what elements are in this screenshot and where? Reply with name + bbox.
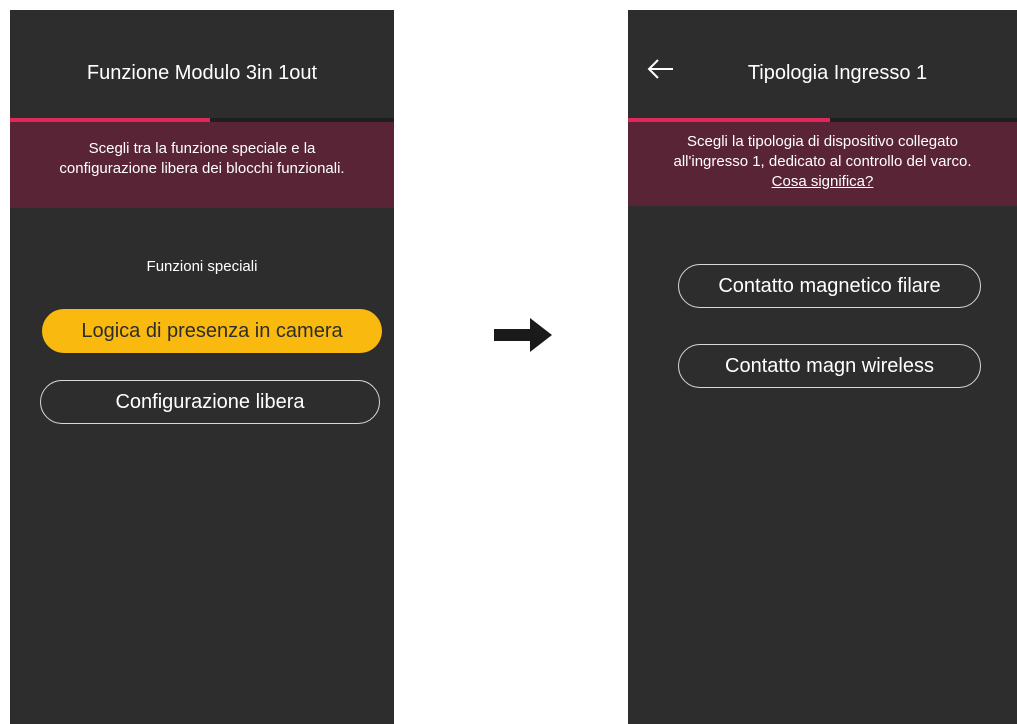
- presence-logic-button[interactable]: Logica di presenza in camera: [42, 309, 382, 353]
- page-title: Tipologia Ingresso 1: [747, 62, 928, 84]
- arrow-right-icon: [494, 318, 552, 352]
- banner-text-line: Scegli la tipologia di dispositivo colle…: [687, 133, 958, 150]
- right-phone-screen: Tipologia Ingresso 1 Scegli la tipologia…: [628, 10, 1017, 724]
- banner-text-line: all'ingresso 1, dedicato al controllo de…: [673, 153, 972, 170]
- wired-magnetic-contact-button[interactable]: Contatto magnetico filare: [678, 264, 981, 308]
- left-phone-screen: Funzione Modulo 3in 1out Scegli tra la f…: [10, 10, 394, 724]
- wireless-magnetic-contact-button[interactable]: Contatto magn wireless: [678, 344, 981, 388]
- section-label: Funzioni speciali: [146, 258, 258, 275]
- info-banner: Scegli tra la funzione speciale e la con…: [10, 122, 394, 208]
- what-does-it-mean-link[interactable]: Cosa significa?: [772, 172, 874, 192]
- banner-text-line: configurazione libera dei blocchi funzio…: [59, 160, 345, 177]
- info-banner: Scegli la tipologia di dispositivo colle…: [628, 122, 1017, 206]
- app-header: Tipologia Ingresso 1: [628, 10, 1017, 118]
- free-configuration-button[interactable]: Configurazione libera: [40, 380, 380, 424]
- banner-text-line: Scegli tra la funzione speciale e la: [88, 140, 316, 157]
- app-header: Funzione Modulo 3in 1out: [10, 10, 394, 118]
- page-title: Funzione Modulo 3in 1out: [86, 62, 318, 84]
